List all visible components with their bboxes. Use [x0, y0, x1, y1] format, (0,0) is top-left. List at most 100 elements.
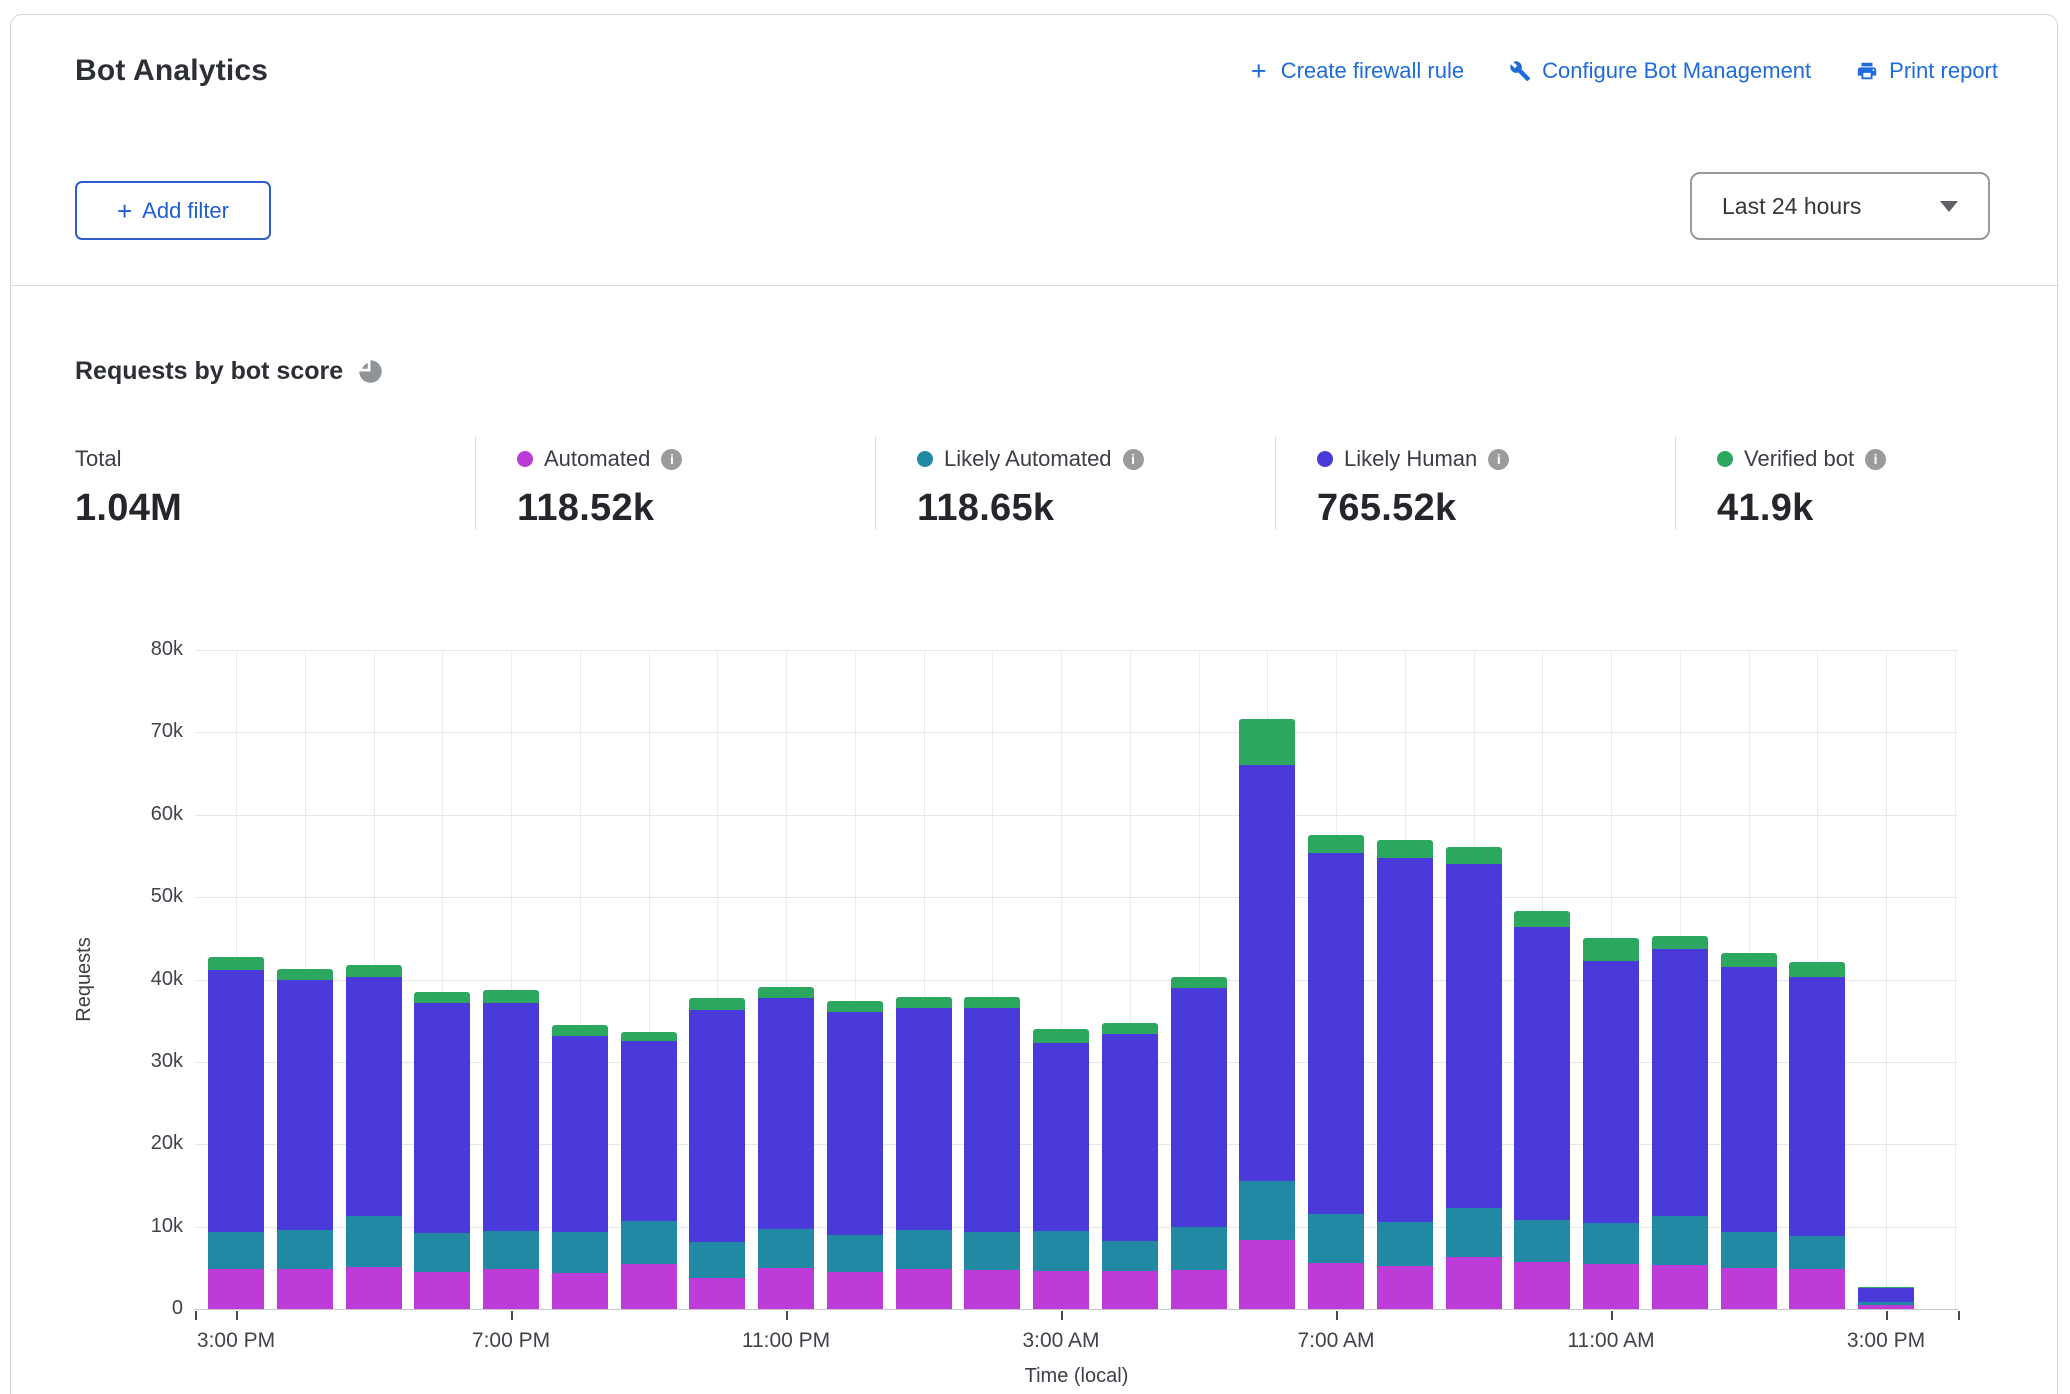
bar-segment-verified-bot[interactable] — [346, 965, 402, 977]
bar-segment-likely-automated[interactable] — [1514, 1220, 1570, 1262]
bar-segment-likely-automated[interactable] — [208, 1232, 264, 1270]
bar-segment-likely-automated[interactable] — [896, 1230, 952, 1269]
bar-segment-verified-bot[interactable] — [552, 1025, 608, 1037]
bar-segment-verified-bot[interactable] — [1102, 1023, 1158, 1034]
bar-segment-automated[interactable] — [483, 1269, 539, 1309]
bar-segment-likely-human[interactable] — [896, 1008, 952, 1230]
bar-segment-automated[interactable] — [1583, 1264, 1639, 1309]
bar-segment-verified-bot[interactable] — [758, 987, 814, 999]
bar-segment-likely-human[interactable] — [964, 1008, 1020, 1232]
bar-segment-verified-bot[interactable] — [1308, 835, 1364, 853]
bar-segment-likely-human[interactable] — [1446, 864, 1502, 1208]
bar-segment-verified-bot[interactable] — [1583, 938, 1639, 961]
bar-segment-likely-human[interactable] — [1583, 961, 1639, 1223]
bar-segment-automated[interactable] — [1652, 1265, 1708, 1309]
bar-segment-automated[interactable] — [208, 1269, 264, 1309]
bar-segment-likely-human[interactable] — [1652, 949, 1708, 1216]
bar-segment-automated[interactable] — [1308, 1263, 1364, 1309]
bar-segment-verified-bot[interactable] — [896, 997, 952, 1009]
bar-segment-likely-automated[interactable] — [1583, 1223, 1639, 1263]
bar-segment-verified-bot[interactable] — [414, 992, 470, 1003]
bar-segment-automated[interactable] — [621, 1264, 677, 1309]
bar-segment-likely-automated[interactable] — [827, 1235, 883, 1272]
bar-segment-automated[interactable] — [552, 1273, 608, 1309]
bar-segment-verified-bot[interactable] — [1858, 1287, 1914, 1288]
bar-segment-likely-human[interactable] — [483, 1003, 539, 1230]
bar-segment-likely-automated[interactable] — [1239, 1181, 1295, 1239]
bar-segment-likely-automated[interactable] — [1308, 1214, 1364, 1263]
bar-segment-verified-bot[interactable] — [1033, 1029, 1089, 1043]
bar-segment-likely-human[interactable] — [1377, 858, 1433, 1222]
bar-segment-automated[interactable] — [346, 1267, 402, 1309]
bar-segment-verified-bot[interactable] — [1239, 719, 1295, 765]
bar-segment-likely-human[interactable] — [1239, 765, 1295, 1181]
bar-segment-likely-automated[interactable] — [1102, 1241, 1158, 1271]
bar-segment-verified-bot[interactable] — [483, 990, 539, 1003]
bar-segment-verified-bot[interactable] — [1446, 847, 1502, 864]
bar-segment-automated[interactable] — [689, 1278, 745, 1309]
bar-segment-likely-automated[interactable] — [1721, 1232, 1777, 1268]
bar-segment-likely-automated[interactable] — [346, 1216, 402, 1267]
bar-segment-likely-human[interactable] — [1858, 1288, 1914, 1303]
bar-segment-likely-automated[interactable] — [1171, 1227, 1227, 1270]
bar-segment-automated[interactable] — [896, 1269, 952, 1309]
bar-segment-likely-human[interactable] — [1171, 988, 1227, 1228]
bar-segment-likely-human[interactable] — [758, 998, 814, 1229]
bar-segment-automated[interactable] — [1171, 1270, 1227, 1309]
bar-segment-likely-automated[interactable] — [552, 1232, 608, 1272]
bar-segment-automated[interactable] — [1514, 1262, 1570, 1309]
bar-segment-likely-automated[interactable] — [1858, 1302, 1914, 1304]
bar-segment-automated[interactable] — [758, 1268, 814, 1309]
bar-segment-automated[interactable] — [827, 1272, 883, 1309]
bar-segment-likely-automated[interactable] — [1652, 1216, 1708, 1265]
bar-segment-verified-bot[interactable] — [621, 1032, 677, 1041]
bar-segment-likely-automated[interactable] — [621, 1221, 677, 1264]
bar-segment-automated[interactable] — [1102, 1271, 1158, 1309]
bar-segment-automated[interactable] — [1377, 1266, 1433, 1309]
bar-segment-automated[interactable] — [414, 1272, 470, 1309]
bar-segment-automated[interactable] — [1033, 1271, 1089, 1309]
bar-segment-likely-human[interactable] — [1721, 967, 1777, 1231]
bar-segment-verified-bot[interactable] — [689, 998, 745, 1010]
bar-segment-likely-automated[interactable] — [414, 1233, 470, 1272]
bar-segment-verified-bot[interactable] — [208, 957, 264, 969]
bar-segment-likely-human[interactable] — [1308, 853, 1364, 1214]
bar-segment-automated[interactable] — [277, 1269, 333, 1309]
bar-segment-likely-automated[interactable] — [1446, 1208, 1502, 1257]
bar-segment-likely-automated[interactable] — [483, 1231, 539, 1269]
bar-segment-verified-bot[interactable] — [1171, 977, 1227, 988]
bar-segment-likely-human[interactable] — [1789, 977, 1845, 1236]
bar-segment-verified-bot[interactable] — [964, 997, 1020, 1009]
bar-segment-likely-human[interactable] — [346, 977, 402, 1216]
bar-segment-likely-automated[interactable] — [758, 1229, 814, 1268]
bar-segment-verified-bot[interactable] — [1789, 962, 1845, 977]
bar-segment-likely-human[interactable] — [552, 1036, 608, 1232]
bar-segment-verified-bot[interactable] — [827, 1001, 883, 1013]
bar-segment-verified-bot[interactable] — [277, 969, 333, 981]
bar-segment-likely-automated[interactable] — [964, 1232, 1020, 1270]
bar-segment-automated[interactable] — [1858, 1305, 1914, 1309]
bar-segment-likely-automated[interactable] — [1033, 1231, 1089, 1271]
bar-segment-likely-human[interactable] — [827, 1012, 883, 1234]
bar-segment-automated[interactable] — [1239, 1240, 1295, 1309]
bar-segment-likely-automated[interactable] — [277, 1230, 333, 1270]
bar-segment-automated[interactable] — [1721, 1268, 1777, 1309]
bar-segment-likely-automated[interactable] — [1377, 1222, 1433, 1266]
bar-segment-automated[interactable] — [1446, 1257, 1502, 1309]
bar-segment-automated[interactable] — [1789, 1269, 1845, 1309]
bar-segment-likely-human[interactable] — [277, 980, 333, 1230]
bar-segment-likely-human[interactable] — [1033, 1043, 1089, 1231]
bar-segment-verified-bot[interactable] — [1652, 936, 1708, 949]
bar-segment-likely-human[interactable] — [414, 1003, 470, 1234]
bar-segment-verified-bot[interactable] — [1514, 911, 1570, 927]
bar-segment-automated[interactable] — [964, 1270, 1020, 1309]
bar-segment-likely-human[interactable] — [621, 1041, 677, 1221]
bar-segment-verified-bot[interactable] — [1377, 840, 1433, 857]
bar-segment-likely-human[interactable] — [1102, 1034, 1158, 1241]
bar-segment-verified-bot[interactable] — [1721, 953, 1777, 967]
bar-segment-likely-human[interactable] — [689, 1010, 745, 1242]
bar-segment-likely-human[interactable] — [1514, 927, 1570, 1220]
bar-segment-likely-human[interactable] — [208, 970, 264, 1232]
bar-segment-likely-automated[interactable] — [689, 1242, 745, 1277]
bar-segment-likely-automated[interactable] — [1789, 1236, 1845, 1269]
